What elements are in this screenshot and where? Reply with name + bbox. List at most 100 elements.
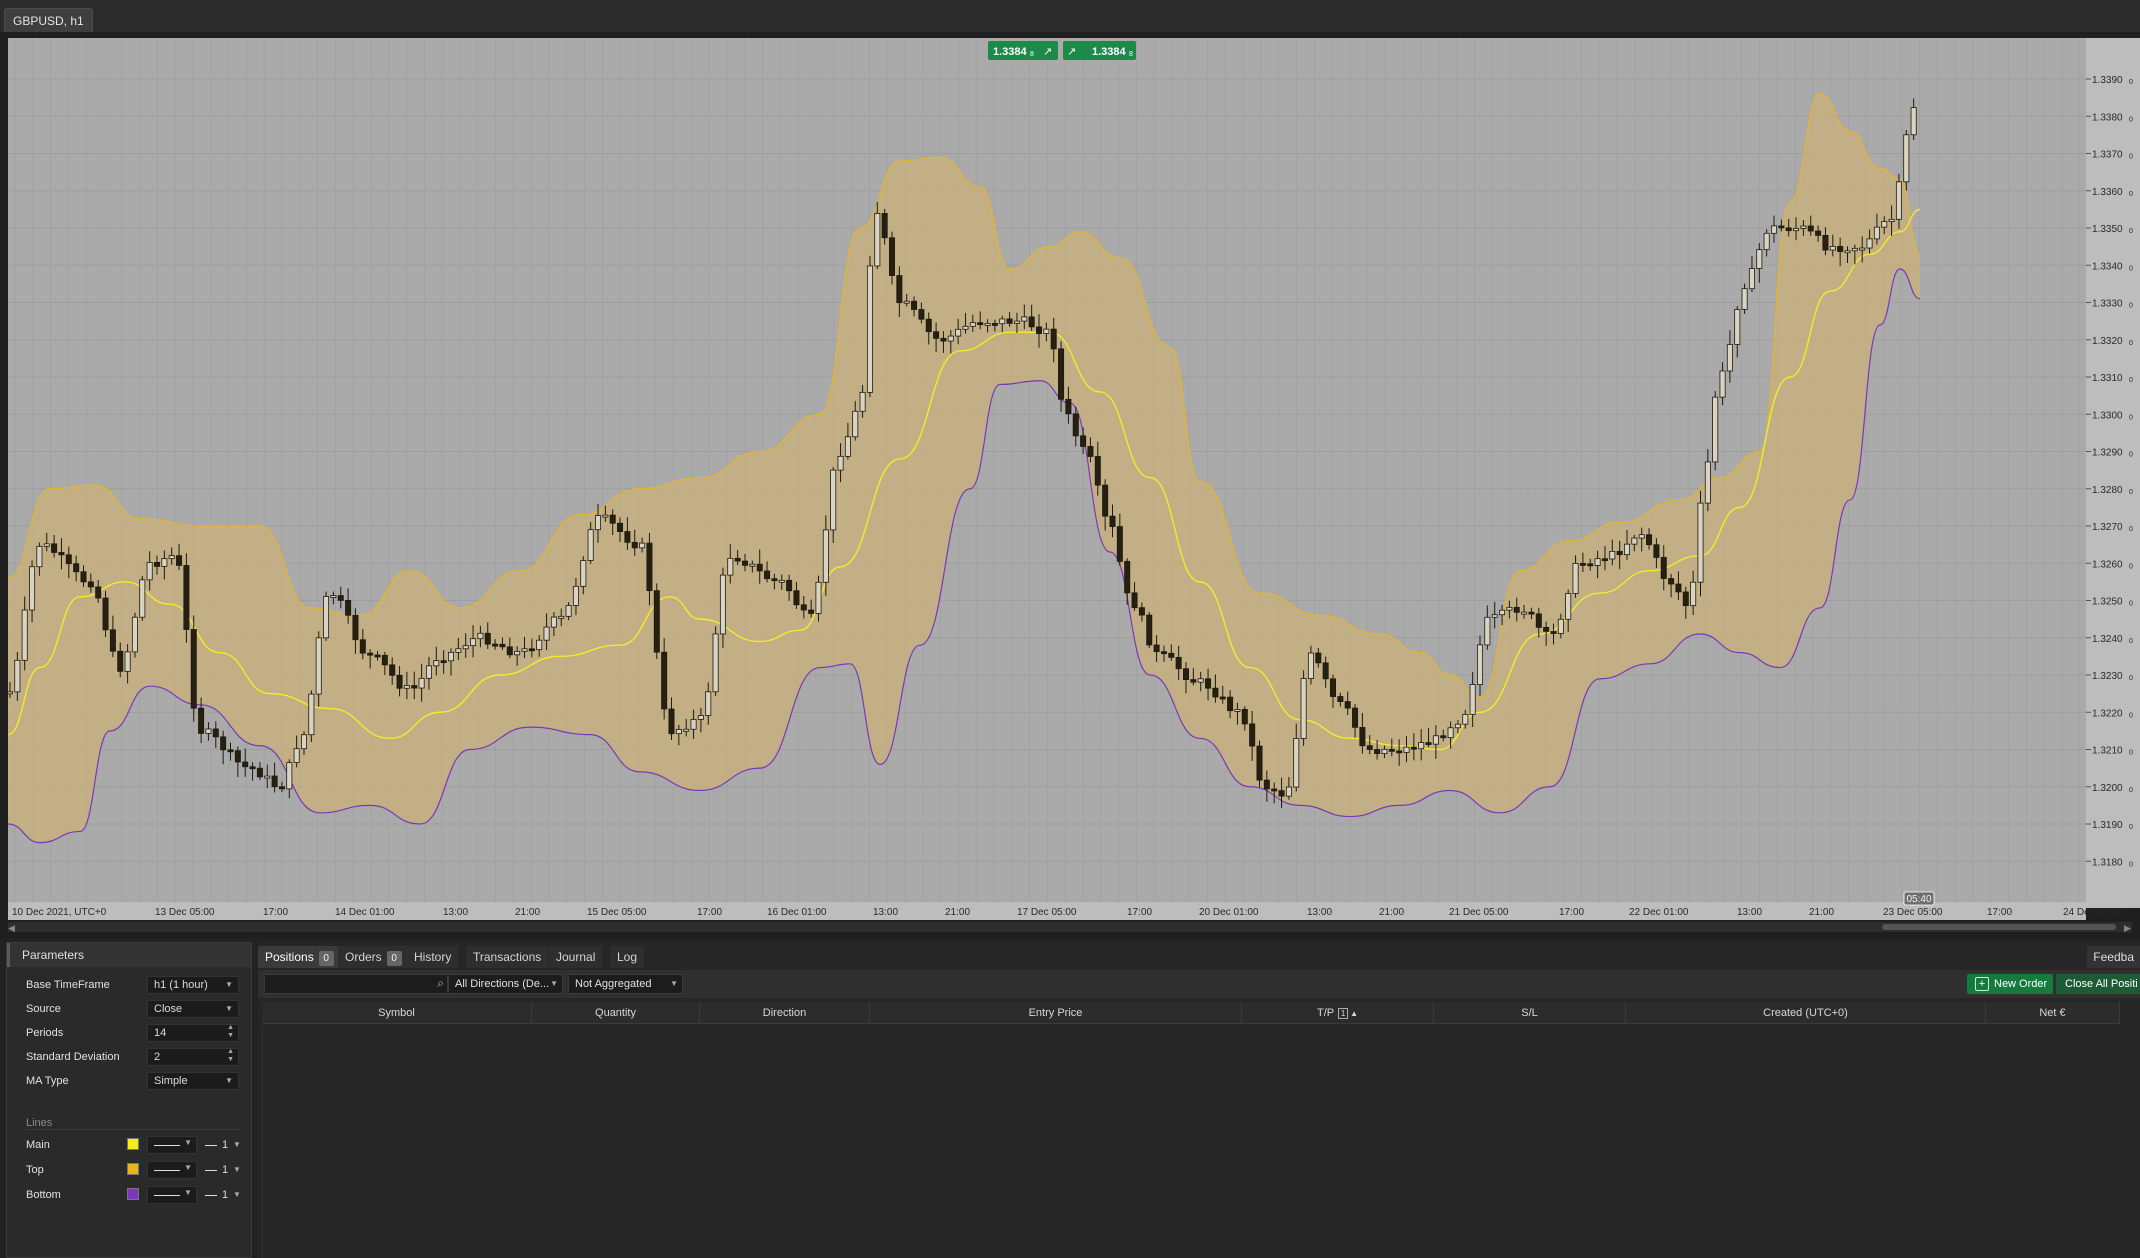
bullish-candle	[837, 455, 844, 471]
bullish-candle	[580, 560, 587, 587]
bottom-line-style-select[interactable]: ▼	[147, 1186, 197, 1204]
top-line-style-select[interactable]: ▼	[147, 1161, 197, 1179]
line-row-main: Main ▼ 1 ▼	[19, 1135, 245, 1155]
search-input[interactable]: ⌕	[264, 974, 448, 994]
bearish-candle	[1528, 611, 1535, 615]
tab-positions[interactable]: Positions 0	[258, 946, 341, 968]
standard-deviation-stepper[interactable]: 2 ▲ ▼	[147, 1048, 239, 1066]
buy-price-badge[interactable]: ↗ 1.3384 8	[1063, 41, 1136, 60]
close-all-positions-button[interactable]: Close All Positi	[2056, 974, 2140, 994]
bearish-candle	[1682, 591, 1689, 607]
bottom-color-swatch[interactable]	[127, 1188, 139, 1200]
tab-history[interactable]: History	[407, 946, 459, 968]
column-header-quantity[interactable]: Quantity	[532, 1002, 700, 1024]
chart-area[interactable]: 1.3390 0 1.3380 0 1.3370 0 1.3360 0 1.3350 0 1.334…	[0, 32, 2140, 938]
param-row-periods: Periods 14 ▲ ▼	[19, 1023, 245, 1043]
bearish-candle	[1337, 696, 1344, 702]
y-tick-sub-label: 0	[2129, 116, 2133, 123]
bearish-candle	[95, 586, 102, 599]
tab-orders[interactable]: Orders 0	[338, 946, 409, 968]
parameters-header[interactable]: Parameters	[7, 943, 251, 967]
stepper-arrows-icon[interactable]: ▲ ▼	[227, 1048, 234, 1064]
main-color-swatch[interactable]	[127, 1138, 139, 1150]
column-header-direction[interactable]: Direction	[700, 1002, 870, 1024]
bullish-candle	[1888, 218, 1895, 222]
top-line-width-select[interactable]: 1 ▼	[205, 1164, 249, 1178]
bearish-candle	[212, 728, 219, 738]
param-row-source: Source Close ▼	[19, 999, 245, 1019]
search-icon[interactable]: ⌕	[437, 976, 444, 991]
bullish-candle	[1690, 581, 1697, 607]
feedback-tab[interactable]: Feedba	[2087, 946, 2140, 968]
periods-stepper[interactable]: 14 ▲ ▼	[147, 1024, 239, 1042]
bullish-candle	[146, 562, 153, 581]
x-tick-label: 23 Dec 05:00	[1883, 907, 1943, 918]
chevron-down-icon: ▼	[184, 1163, 192, 1172]
width-value: 1	[222, 1139, 229, 1151]
tab-log[interactable]: Log	[610, 946, 645, 968]
sell-price-badge[interactable]: 1.3384 8 ↗	[988, 41, 1058, 60]
tab-transactions[interactable]: Transactions	[466, 946, 549, 968]
bearish-candle	[918, 309, 925, 320]
main-line-width-select[interactable]: 1 ▼	[205, 1139, 249, 1153]
bullish-candle	[323, 596, 330, 639]
bullish-candle	[815, 581, 822, 614]
y-tick-sub-label: 0	[2129, 563, 2133, 570]
y-tick-sub-label: 0	[2129, 489, 2133, 496]
bearish-candle	[337, 595, 344, 601]
bullish-candle	[1793, 228, 1800, 232]
bullish-candle	[1285, 786, 1292, 797]
chart-symbol-tab[interactable]: GBPUSD, h1	[4, 8, 93, 32]
bottom-line-width-select[interactable]: 1 ▼	[205, 1189, 249, 1203]
column-header-symbol[interactable]: Symbol	[262, 1002, 532, 1024]
bearish-candle	[1190, 679, 1197, 683]
new-order-button[interactable]: + New Order	[1967, 974, 2053, 994]
bearish-candle	[153, 562, 160, 567]
column-header-net[interactable]: Net €	[1986, 1002, 2120, 1024]
scroll-right-icon[interactable]: ▶	[2124, 924, 2131, 934]
column-header-tp[interactable]: T/P 1 ▲	[1242, 1002, 1434, 1024]
y-tick-label: 1.3210	[2092, 746, 2123, 757]
positions-grid-body[interactable]	[262, 1025, 2120, 1258]
bullish-candle	[1432, 735, 1439, 745]
scrollbar-thumb[interactable]	[1882, 924, 2116, 930]
positions-grid-header: Symbol Quantity Direction Entry Price T/…	[262, 1002, 2120, 1024]
source-select[interactable]: Close ▼	[147, 1000, 239, 1018]
buy-price-label: 1.3384	[1092, 46, 1127, 58]
tab-journal[interactable]: Journal	[549, 946, 603, 968]
bullish-candle	[602, 514, 609, 518]
bullish-candle	[418, 677, 425, 689]
ma-type-select[interactable]: Simple ▼	[147, 1072, 239, 1090]
bearish-candle	[1807, 225, 1814, 232]
chevron-down-icon: ▼	[225, 1004, 233, 1013]
stepper-arrows-icon[interactable]: ▲ ▼	[227, 1024, 234, 1040]
bullish-candle	[1638, 534, 1645, 539]
base-timeframe-select[interactable]: h1 (1 hour) ▼	[147, 976, 239, 994]
chart-scrollbar[interactable]: ◀ ▶	[8, 922, 2132, 934]
line-style-icon	[154, 1170, 180, 1171]
column-header-created[interactable]: Created (UTC+0)	[1626, 1002, 1986, 1024]
bullish-candle	[1484, 616, 1491, 646]
y-tick-sub-label: 0	[2129, 712, 2133, 719]
top-color-swatch[interactable]	[127, 1163, 139, 1175]
directions-filter-select[interactable]: All Directions (De... ▼	[448, 974, 563, 994]
main-line-style-select[interactable]: ▼	[147, 1136, 197, 1154]
bearish-candle	[102, 597, 109, 631]
bearish-candle	[1256, 745, 1263, 781]
bullish-candle	[712, 633, 719, 693]
bearish-candle	[661, 651, 668, 710]
y-tick-label: 1.3230	[2092, 671, 2123, 682]
bullish-candle	[903, 300, 910, 304]
column-header-sl[interactable]: S/L	[1434, 1002, 1626, 1024]
aggregation-filter-select[interactable]: Not Aggregated ▼	[568, 974, 683, 994]
bullish-candle	[1704, 461, 1711, 504]
bearish-candle	[911, 300, 918, 310]
bullish-candle	[874, 213, 881, 267]
bullish-candle	[1013, 320, 1020, 324]
price-chart[interactable]: 1.3390 0 1.3380 0 1.3370 0 1.3360 0 1.3350 0 1.334…	[0, 32, 2140, 938]
line-row-bottom: Bottom ▼ 1 ▼	[19, 1185, 245, 1205]
bearish-candle	[117, 650, 124, 672]
line-style-icon	[154, 1195, 180, 1196]
column-header-entry-price[interactable]: Entry Price	[870, 1002, 1242, 1024]
scroll-left-icon[interactable]: ◀	[8, 924, 15, 934]
